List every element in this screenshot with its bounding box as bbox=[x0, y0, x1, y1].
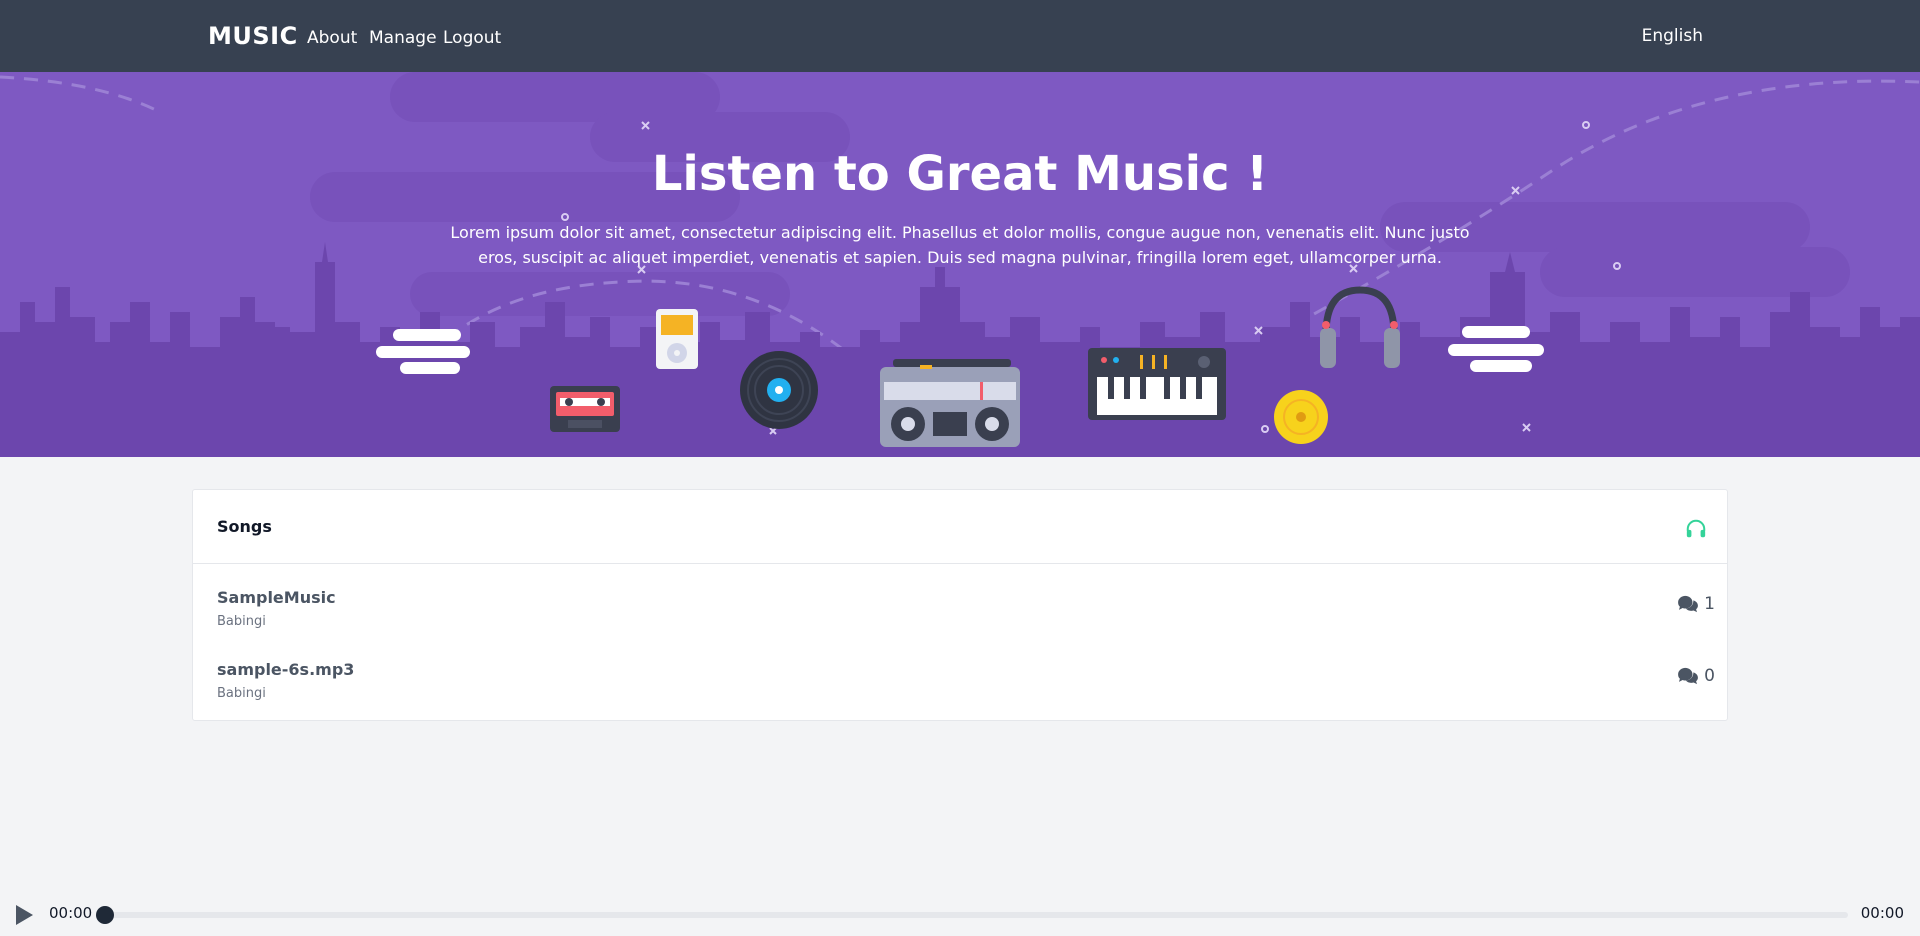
language-selector[interactable]: English bbox=[1642, 26, 1703, 46]
current-time: 00:00 bbox=[49, 904, 93, 922]
brand-logo[interactable]: MUSIC bbox=[208, 22, 298, 50]
song-comments[interactable]: 1 bbox=[1677, 594, 1715, 614]
top-navbar: MUSIC About Manage Logout English bbox=[0, 0, 1920, 72]
audio-player: 00:00 00:00 bbox=[0, 890, 1920, 936]
comment-count: 1 bbox=[1704, 594, 1715, 614]
comments-icon bbox=[1678, 595, 1699, 613]
song-artist: Babingi bbox=[217, 614, 266, 629]
hero-description: Lorem ipsum dolor sit amet, consectetur … bbox=[450, 223, 1470, 267]
song-title[interactable]: SampleMusic bbox=[217, 588, 336, 607]
song-title[interactable]: sample-6s.mp3 bbox=[217, 660, 354, 679]
progress-track[interactable] bbox=[102, 912, 1848, 918]
song-comments[interactable]: 0 bbox=[1677, 666, 1715, 686]
song-artist: Babingi bbox=[217, 686, 266, 701]
song-row[interactable]: SampleMusic Babingi 1 bbox=[193, 576, 1727, 648]
comments-icon bbox=[1678, 667, 1699, 685]
song-row[interactable]: sample-6s.mp3 Babingi 0 bbox=[193, 648, 1727, 720]
songs-card-header: Songs bbox=[193, 490, 1727, 564]
headphones-icon bbox=[1686, 519, 1706, 538]
duration-time: 00:00 bbox=[1860, 904, 1904, 922]
hero-title: Listen to Great Music ! bbox=[651, 146, 1269, 202]
nav-manage-link[interactable]: Manage bbox=[369, 28, 437, 48]
comment-count: 0 bbox=[1704, 666, 1715, 686]
nav-about-link[interactable]: About bbox=[307, 28, 357, 48]
progress-handle[interactable] bbox=[96, 906, 114, 924]
nav-logout-link[interactable]: Logout bbox=[443, 28, 501, 48]
play-icon[interactable] bbox=[14, 904, 34, 926]
songs-card: Songs SampleMusic Babingi 1 sample-6s.mp… bbox=[192, 489, 1728, 721]
hero-banner: Listen to Great Music ! Lorem ipsum dolo… bbox=[0, 72, 1920, 457]
songs-title: Songs bbox=[217, 517, 272, 536]
